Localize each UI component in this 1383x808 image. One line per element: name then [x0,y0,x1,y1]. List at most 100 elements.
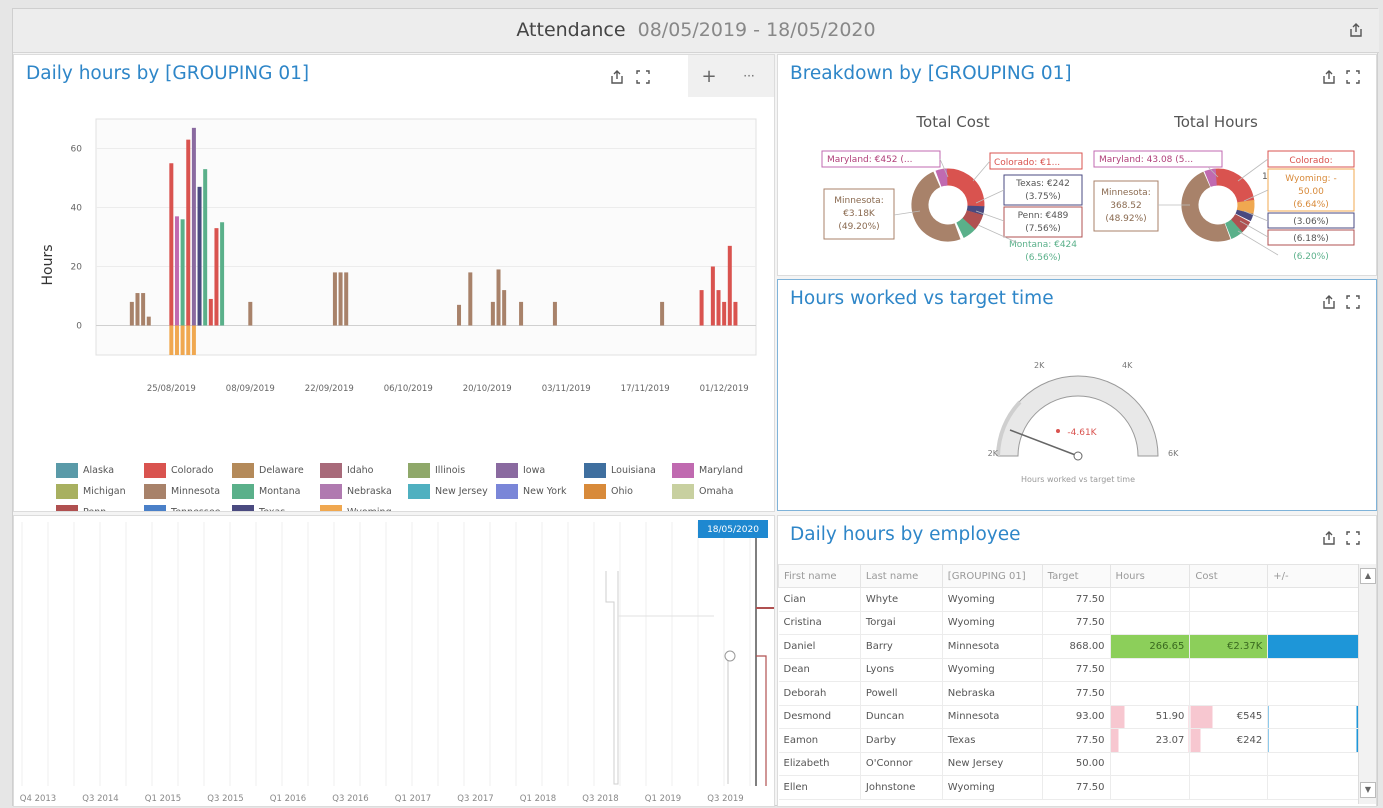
date-range: 08/05/2019 - 18/05/2020 [637,19,876,41]
col-cost[interactable]: Cost [1189,564,1269,588]
col-hours[interactable]: Hours [1109,564,1191,588]
legend-item[interactable]: Omaha [672,484,760,499]
scroll-down-icon[interactable]: ▼ [1360,782,1376,798]
legend-swatch [56,463,78,478]
bar [186,139,191,326]
legend-item[interactable]: Delaware [232,463,320,478]
cell-cost [1189,775,1269,800]
scroll-up-icon[interactable]: ▲ [1360,568,1376,584]
hours-label-minnesota-1: Minnesota: [1101,188,1150,198]
cell-cost [1189,611,1269,635]
timeline-panel[interactable]: 18/05/2020 Q4 2013 Q3 2014 Q1 2015 Q3 2015 Q… [13,515,775,807]
cell-target: 93.00 [1042,705,1111,729]
cell-first: Eamon [778,728,861,753]
breakdown-panel: Breakdown by [GROUPING 01] Total Cost To… [777,54,1377,276]
gauge-tick-left: 2K [988,449,999,458]
cell-hours [1110,658,1191,682]
cell-group: Texas [942,728,1043,753]
legend-item[interactable]: Michigan [56,484,144,499]
bar [660,301,665,326]
legend-item[interactable]: Idaho [320,463,408,478]
cell-group: Wyoming [942,658,1043,682]
table-row[interactable]: Eamon Darby Texas 77.50 23.07 €242 [778,728,1362,753]
gauge-tick-right: 6K [1168,449,1179,458]
legend-swatch [144,463,166,478]
legend-label: Louisiana [611,465,656,476]
panel-title: Daily hours by employee [790,524,1021,545]
timeline-chart[interactable]: 18/05/2020 Q4 2013 Q3 2014 Q1 2015 Q3 2015 Q… [14,516,775,807]
table-row[interactable]: Daniel Barry Minnesota 868.00 266.65 €2.… [778,634,1362,659]
cell-hours [1110,611,1191,635]
cost-label-penn-pct: (7.56%) [1025,224,1061,234]
legend-swatch [232,484,254,499]
cost-label-montana-pct: (6.56%) [1025,253,1061,263]
x-tick-label: 06/10/2019 [384,384,433,394]
legend-item[interactable]: Colorado [144,463,232,478]
y-tick-label: 20 [71,263,83,273]
bar-negative [169,325,174,355]
table-row[interactable]: Cian Whyte Wyoming 77.50 [778,587,1362,612]
legend-item[interactable]: Nebraska [320,484,408,499]
legend-item[interactable]: Alaska [56,463,144,478]
bar [490,301,495,326]
cell-target: 77.50 [1042,587,1111,612]
cell-hours [1110,681,1191,706]
cell-diff [1267,681,1362,706]
col-grouping[interactable]: [GROUPING 01] [941,564,1043,588]
bar [180,219,185,326]
bar [502,290,507,326]
legend-item[interactable]: Minnesota [144,484,232,499]
legend-label: Idaho [347,465,374,476]
table-row[interactable]: Ellen Johnstone Wyoming 77.50 [778,775,1362,800]
employee-panel: Daily hours by employee First name Last … [777,515,1377,807]
col-first-name[interactable]: First name [778,564,861,588]
bar [727,245,732,326]
cell-diff [1267,611,1362,635]
table-row[interactable]: Desmond Duncan Minnesota 93.00 51.90 €54… [778,705,1362,729]
legend-item[interactable]: Montana [232,484,320,499]
cell-group: Minnesota [942,705,1043,729]
bar [468,272,473,326]
table-row[interactable]: Cristina Torgai Wyoming 77.50 [778,611,1362,635]
legend-item[interactable]: Iowa [496,463,584,478]
cell-diff [1267,752,1362,776]
legend-swatch [320,505,342,511]
cell-target: 77.50 [1042,728,1111,753]
timeline-tick-label: Q4 2013 [20,794,56,804]
gauge-tick-4k: 4K [1122,361,1133,370]
col-target[interactable]: Target [1041,564,1111,588]
legend-item[interactable]: New Jersey [408,484,496,499]
legend-item[interactable]: Texas [232,505,320,511]
export-icon[interactable] [1320,530,1338,548]
bar-negative [191,325,196,355]
x-tick-label: 01/12/2019 [700,384,749,394]
export-icon[interactable] [1347,22,1365,40]
hours-label-wyoming-1: Wyoming: - [1285,174,1336,184]
bar [248,301,253,326]
timeline-handle[interactable] [724,650,736,662]
table-scrollbar[interactable]: ▲ ▼ [1358,564,1376,804]
legend-item[interactable]: Penn [56,505,144,511]
maximize-icon[interactable] [1344,530,1362,548]
legend-item[interactable]: Maryland [672,463,760,478]
legend-label: Ohio [611,486,633,497]
col-last-name[interactable]: Last name [859,564,943,588]
legend-item[interactable]: New York [496,484,584,499]
bar [220,222,225,326]
table-row[interactable]: Deborah Powell Nebraska 77.50 [778,681,1362,706]
legend-swatch [496,463,518,478]
legend-item[interactable]: Wyoming [320,505,408,511]
hours-label-pct-c: (6.20%) [1293,252,1329,262]
legend-item[interactable]: Louisiana [584,463,672,478]
employee-table: First name Last name [GROUPING 01] Targe… [778,564,1362,800]
cell-first: Elizabeth [778,752,861,776]
legend-label: Illinois [435,465,466,476]
legend-item[interactable]: Ohio [584,484,672,499]
table-row[interactable]: Dean Lyons Wyoming 77.50 [778,658,1362,682]
cost-label-texas: Texas: €242 [1015,179,1070,189]
legend-item[interactable]: Illinois [408,463,496,478]
table-row[interactable]: Elizabeth O'Connor New Jersey 50.00 [778,752,1362,776]
legend-item[interactable]: Tennessee [144,505,232,511]
col-diff[interactable]: +/- [1267,564,1362,588]
cell-hours [1110,775,1191,800]
